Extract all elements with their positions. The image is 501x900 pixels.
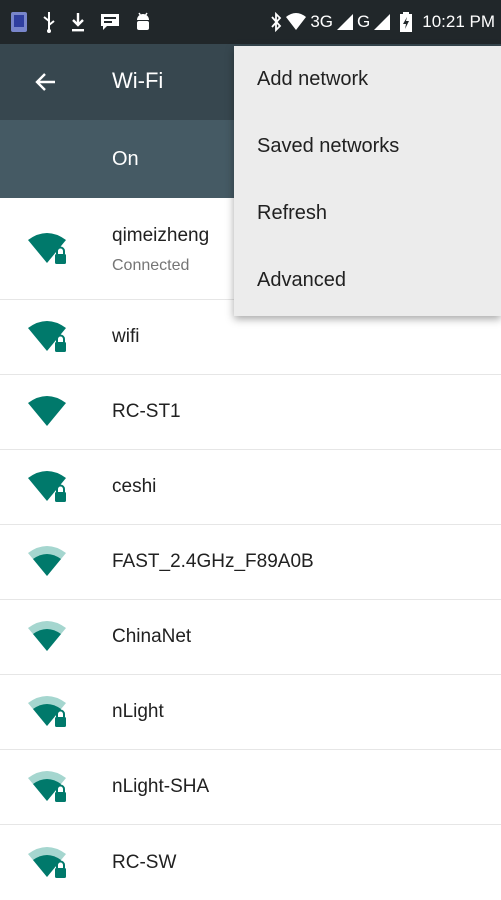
network-row[interactable]: FAST_2.4GHz_F89A0B bbox=[0, 525, 501, 600]
menu-item-refresh[interactable]: Refresh bbox=[234, 180, 501, 247]
menu-item-saved-networks[interactable]: Saved networks bbox=[234, 113, 501, 180]
network-name: nLight bbox=[112, 701, 164, 722]
wifi-signal-locked-icon bbox=[28, 321, 66, 352]
menu-item-advanced[interactable]: Advanced bbox=[234, 247, 501, 314]
wifi-signal-locked-icon bbox=[28, 232, 66, 264]
status-bar-notifications bbox=[10, 0, 152, 44]
network-name: FAST_2.4GHz_F89A0B bbox=[112, 551, 314, 572]
wifi-signal-locked-icon bbox=[28, 471, 66, 502]
network-name: ChinaNet bbox=[112, 626, 192, 647]
page-title: Wi-Fi bbox=[112, 68, 164, 93]
wifi-signal-medium-locked-icon bbox=[28, 846, 66, 878]
message-icon bbox=[99, 12, 121, 32]
bluetooth-icon bbox=[270, 12, 282, 32]
wifi-status-icon bbox=[286, 13, 307, 31]
signal-3g-icon bbox=[337, 14, 353, 30]
wifi-state-label: On bbox=[112, 148, 139, 170]
clock-time: 10:21 PM bbox=[422, 12, 495, 31]
back-button[interactable] bbox=[30, 66, 62, 98]
back-arrow-icon bbox=[35, 73, 55, 91]
signal-g-icon bbox=[374, 14, 391, 30]
wifi-signal-medium-icon bbox=[28, 621, 66, 651]
network-status: Connected bbox=[112, 257, 190, 274]
battery-icon bbox=[400, 12, 413, 32]
network-row[interactable]: ChinaNet bbox=[0, 600, 501, 675]
wifi-signal-medium-locked-icon bbox=[28, 771, 66, 802]
android-debug-icon bbox=[134, 11, 152, 33]
network-name: nLight-SHA bbox=[112, 776, 210, 797]
network-name: ceshi bbox=[112, 476, 157, 497]
network-name: RC-SW bbox=[112, 851, 177, 873]
wifi-signal-medium-icon bbox=[28, 546, 66, 576]
menu-item-add-network[interactable]: Add network bbox=[234, 46, 501, 113]
wifi-signal-icon bbox=[28, 396, 66, 426]
network-name: wifi bbox=[112, 326, 140, 347]
network-row[interactable]: ceshi bbox=[0, 450, 501, 525]
network-name: RC-ST1 bbox=[112, 401, 181, 422]
network-row[interactable]: RC-SW bbox=[0, 825, 501, 900]
download-icon bbox=[70, 11, 86, 33]
usb-icon bbox=[41, 11, 57, 33]
overflow-menu: Add network Saved networks Refresh Advan… bbox=[234, 46, 501, 316]
network-type-3g: 3G bbox=[310, 12, 333, 31]
wifi-signal-medium-locked-icon bbox=[28, 696, 66, 727]
network-row[interactable]: nLight bbox=[0, 675, 501, 750]
status-bar-system: 3G G 10:21 PM bbox=[270, 0, 495, 44]
network-type-g: G bbox=[357, 12, 371, 31]
phone-app-icon bbox=[10, 11, 28, 33]
status-bar: 3G G 10:21 PM bbox=[0, 0, 501, 44]
network-row[interactable]: RC-ST1 bbox=[0, 375, 501, 450]
network-name: qimeizheng bbox=[112, 225, 210, 246]
network-row[interactable]: nLight-SHA bbox=[0, 750, 501, 825]
